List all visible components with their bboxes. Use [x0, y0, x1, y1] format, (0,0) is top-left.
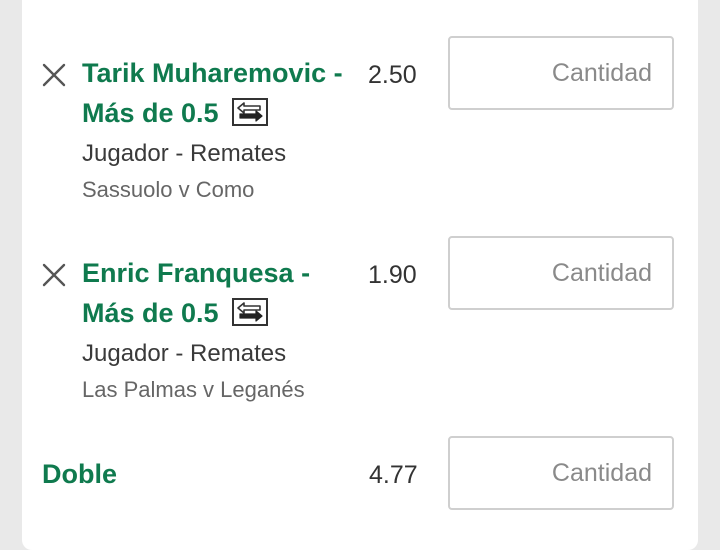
selection-title-text: Enric Franquesa - Más de 0.5	[82, 258, 311, 328]
selection-event: Sassuolo v Como	[82, 177, 255, 202]
combo-label: Doble	[42, 459, 118, 489]
selection-odds: 2.50	[368, 61, 417, 89]
selection-market: Jugador - Remates	[82, 140, 287, 167]
selection-title[interactable]: Enric Franquesa - Más de 0.5	[82, 253, 352, 333]
stake-input[interactable]	[448, 236, 674, 310]
combo-odds: 4.77	[369, 461, 418, 489]
selection-title-text: Tarik Muharemovic - Más de 0.5	[82, 58, 343, 128]
combo-stake-input[interactable]	[448, 436, 674, 510]
selection-title[interactable]: Tarik Muharemovic - Más de 0.5	[82, 53, 352, 133]
selection-odds: 1.90	[368, 261, 417, 289]
remove-selection-button[interactable]	[42, 263, 66, 287]
selection-market: Jugador - Remates	[82, 340, 287, 367]
swap-arrows-icon[interactable]	[232, 97, 269, 126]
close-icon	[42, 263, 66, 287]
remove-selection-button[interactable]	[42, 63, 66, 87]
selection-event: Las Palmas v Leganés	[82, 377, 305, 402]
bet-slip-card: Tarik Muharemovic - Más de 0.5 Jugador -…	[22, 0, 698, 550]
stake-input[interactable]	[448, 36, 674, 110]
swap-arrows-icon[interactable]	[232, 297, 269, 326]
close-icon	[42, 63, 66, 87]
